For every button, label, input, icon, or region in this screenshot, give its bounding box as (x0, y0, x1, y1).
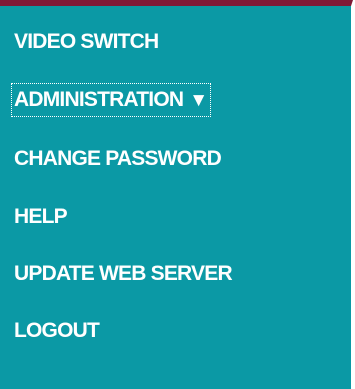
menu-item-update-web-server[interactable]: UPDATE WEB SERVER (12, 258, 234, 290)
menu-item-video-switch[interactable]: VIDEO SWITCH (12, 26, 160, 58)
dropdown-arrow-icon: ▼ (189, 90, 209, 111)
menu-item-label: LOGOUT (14, 319, 100, 342)
menu-item-label: UPDATE WEB SERVER (14, 262, 233, 285)
menu-item-label: VIDEO SWITCH (14, 30, 159, 53)
menu-item-help[interactable]: HELP (12, 201, 69, 233)
menu-item-logout[interactable]: LOGOUT (12, 315, 101, 347)
menu-item-label: ADMINISTRATION (14, 88, 184, 111)
menu-item-change-password[interactable]: CHANGE PASSWORD (12, 143, 223, 175)
menu-item-label: HELP (14, 205, 68, 228)
menu-item-label: CHANGE PASSWORD (14, 147, 222, 170)
navigation-menu-panel: VIDEO SWITCH ADMINISTRATION ▼ CHANGE PASS… (0, 0, 353, 389)
menu-item-administration[interactable]: ADMINISTRATION ▼ (10, 83, 212, 117)
